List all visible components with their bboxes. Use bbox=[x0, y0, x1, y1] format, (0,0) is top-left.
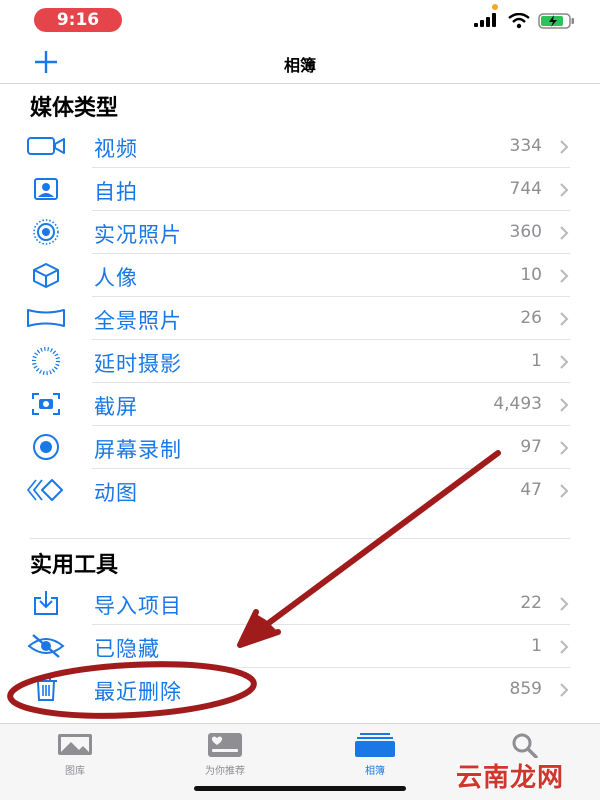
album-label: 导入项目 bbox=[94, 594, 182, 618]
album-label: 截屏 bbox=[94, 395, 138, 419]
hidden-eye-icon bbox=[26, 633, 66, 659]
album-row-timelapse[interactable]: 延时摄影 1 bbox=[0, 340, 600, 383]
album-label: 延时摄影 bbox=[94, 352, 182, 376]
album-count: 334 bbox=[509, 136, 542, 156]
album-row-portrait[interactable]: 人像 10 bbox=[0, 254, 600, 297]
live-photo-icon bbox=[26, 219, 66, 245]
chevron-right-icon bbox=[560, 398, 569, 412]
album-label: 全景照片 bbox=[94, 309, 182, 333]
chevron-right-icon bbox=[560, 484, 569, 498]
battery-charging-icon bbox=[538, 13, 574, 29]
navigation-bar: 相簿 bbox=[0, 40, 600, 84]
panorama-icon bbox=[26, 305, 66, 331]
chevron-right-icon bbox=[560, 640, 569, 654]
screenshot-icon bbox=[26, 391, 66, 417]
chevron-right-icon bbox=[560, 597, 569, 611]
tab-label: 为你推荐 bbox=[205, 766, 245, 777]
chevron-right-icon bbox=[560, 683, 569, 697]
status-bar: 9:16 bbox=[0, 0, 600, 40]
album-count: 22 bbox=[520, 593, 542, 613]
album-label: 最近删除 bbox=[94, 680, 182, 704]
album-count: 744 bbox=[509, 179, 542, 199]
search-icon bbox=[470, 730, 580, 760]
album-label: 动图 bbox=[94, 481, 138, 505]
album-count: 97 bbox=[520, 437, 542, 457]
tab-for-you[interactable]: 为你推荐 bbox=[170, 730, 280, 780]
timelapse-icon bbox=[26, 347, 66, 375]
chevron-right-icon bbox=[560, 355, 569, 369]
album-label: 已隐藏 bbox=[94, 637, 160, 661]
for-you-icon bbox=[170, 730, 280, 760]
album-count: 360 bbox=[509, 222, 542, 242]
chevron-right-icon bbox=[560, 269, 569, 283]
album-row-animated[interactable]: 动图 47 bbox=[0, 469, 600, 512]
section-header-media-types: 媒体类型 bbox=[30, 96, 119, 121]
album-row-videos[interactable]: 视频 334 bbox=[0, 125, 600, 168]
album-count: 10 bbox=[520, 265, 542, 285]
section-divider bbox=[30, 538, 570, 539]
album-label: 屏幕录制 bbox=[94, 438, 182, 462]
privacy-indicator-dot bbox=[492, 4, 498, 10]
tab-label: 相簿 bbox=[365, 766, 385, 777]
album-count: 1 bbox=[531, 636, 542, 656]
import-icon bbox=[26, 590, 66, 616]
cellular-signal-icon bbox=[474, 13, 496, 27]
album-row-hidden[interactable]: 已隐藏 1 bbox=[0, 625, 600, 668]
album-row-screenshots[interactable]: 截屏 4,493 bbox=[0, 383, 600, 426]
album-label: 自拍 bbox=[94, 180, 138, 204]
album-label: 视频 bbox=[94, 137, 138, 161]
chevron-right-icon bbox=[560, 140, 569, 154]
watermark: 云南龙网 bbox=[456, 763, 565, 793]
selfie-icon bbox=[26, 176, 66, 202]
album-row-recently-deleted[interactable]: 最近删除 859 bbox=[0, 668, 600, 711]
album-row-imports[interactable]: 导入项目 22 bbox=[0, 582, 600, 625]
album-count: 47 bbox=[520, 480, 542, 500]
status-icons bbox=[474, 13, 584, 29]
trash-icon bbox=[26, 676, 66, 702]
album-count: 1 bbox=[531, 351, 542, 371]
album-row-live-photos[interactable]: 实况照片 360 bbox=[0, 211, 600, 254]
section-header-utilities: 实用工具 bbox=[30, 553, 119, 578]
tab-label: 图库 bbox=[65, 766, 85, 777]
screen-record-icon bbox=[26, 434, 66, 460]
portrait-cube-icon bbox=[26, 262, 66, 288]
status-time: 9:16 bbox=[34, 8, 122, 32]
album-count: 4,493 bbox=[493, 394, 542, 414]
album-label: 实况照片 bbox=[94, 223, 182, 247]
animated-icon bbox=[26, 477, 66, 503]
album-label: 人像 bbox=[94, 266, 138, 290]
chevron-right-icon bbox=[560, 441, 569, 455]
chevron-right-icon bbox=[560, 312, 569, 326]
album-count: 26 bbox=[520, 308, 542, 328]
chevron-right-icon bbox=[560, 183, 569, 197]
album-row-panoramas[interactable]: 全景照片 26 bbox=[0, 297, 600, 340]
albums-icon bbox=[320, 730, 430, 760]
home-indicator[interactable] bbox=[194, 786, 406, 791]
photos-library-icon bbox=[20, 730, 130, 760]
video-icon bbox=[26, 133, 66, 159]
album-row-screen-recordings[interactable]: 屏幕录制 97 bbox=[0, 426, 600, 469]
album-count: 859 bbox=[509, 679, 542, 699]
wifi-icon bbox=[508, 13, 530, 29]
album-row-selfies[interactable]: 自拍 744 bbox=[0, 168, 600, 211]
tab-albums[interactable]: 相簿 bbox=[320, 730, 430, 780]
page-title: 相簿 bbox=[283, 56, 316, 75]
chevron-right-icon bbox=[560, 226, 569, 240]
tab-library[interactable]: 图库 bbox=[20, 730, 130, 780]
